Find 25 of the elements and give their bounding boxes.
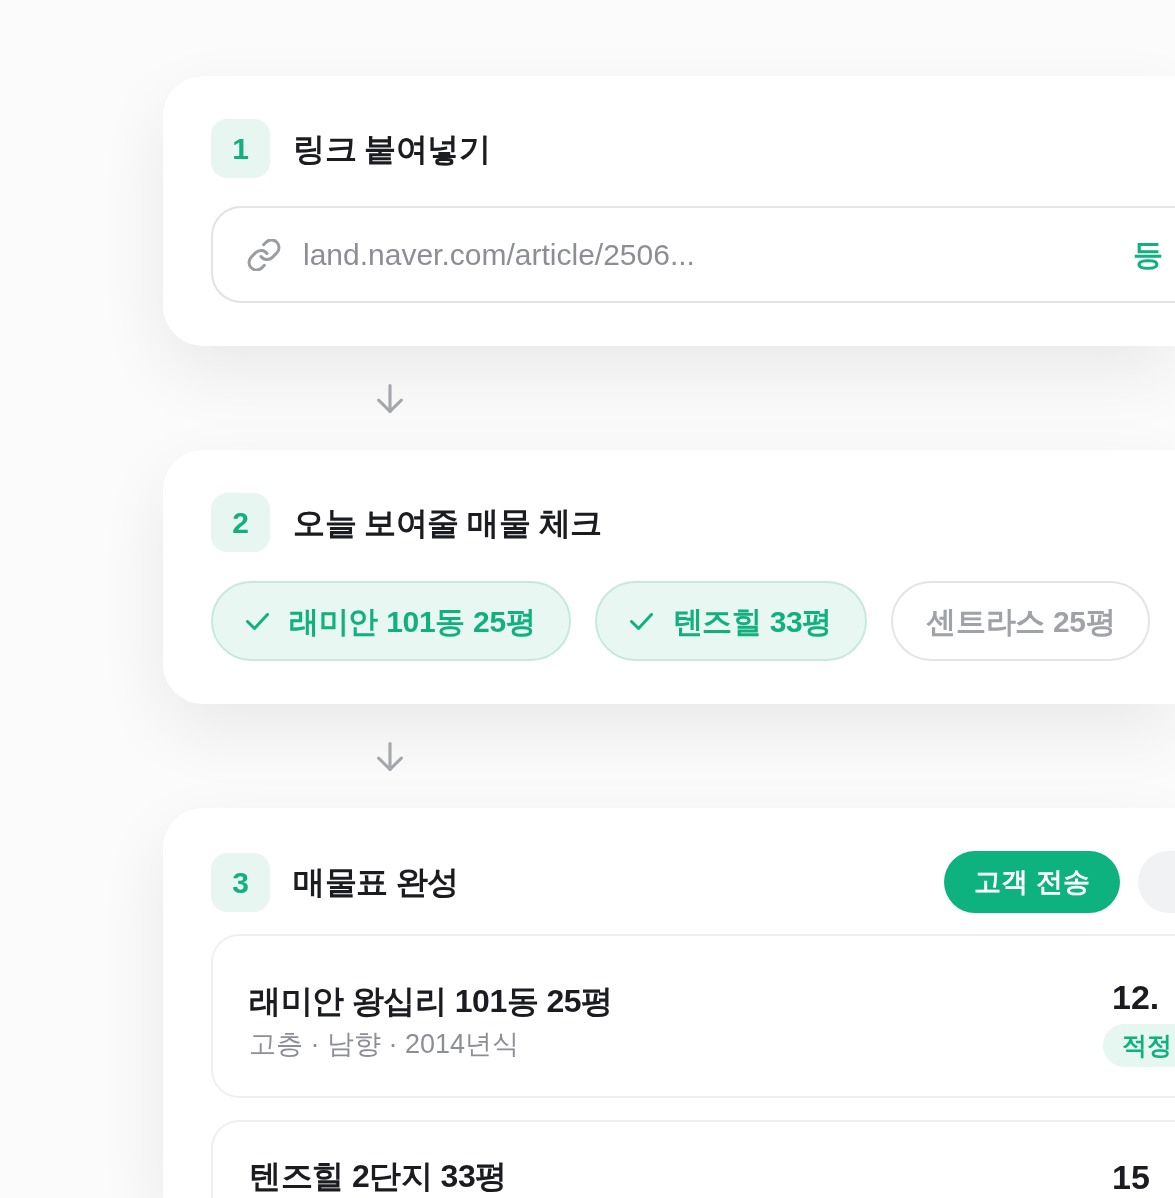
check-icon [246, 612, 269, 630]
down-arrow-icon [375, 741, 405, 771]
check-icon [629, 612, 653, 630]
listing-title: 텐즈힐 2단지 33평 [249, 1157, 507, 1196]
down-arrow-icon [375, 383, 405, 413]
submit-button[interactable]: 등 [1133, 232, 1175, 277]
listing-chip[interactable]: 텐즈힐 33평 [594, 581, 868, 661]
listing-price: 15 [1111, 1157, 1151, 1198]
step-number: 3 [211, 852, 270, 912]
step-title: 오늘 보여줄 매물 체크 [293, 503, 602, 543]
link-input-field[interactable]: land.naver.com/article/2506... 등 [211, 206, 1175, 303]
step-title: 링크 붙여넣기 [293, 129, 491, 169]
step-title: 매물표 완성 [293, 863, 459, 902]
step-number: 2 [211, 493, 270, 552]
listing-chip[interactable]: 래미안 101동 25평 [211, 581, 571, 661]
send-button[interactable]: 고객 전송 [944, 851, 1120, 913]
step-number: 1 [211, 119, 270, 178]
listing-card[interactable]: 텐즈힐 2단지 33평 15 [211, 1120, 1175, 1198]
link-icon [247, 238, 281, 271]
listing-card[interactable]: 래미안 왕십리 101동 25평 고층 · 남향 · 2014년식 12. 적정 [211, 934, 1175, 1098]
listing-details: 고층 · 남향 · 2014년식 [249, 1028, 521, 1062]
price-tag: 적정 [1103, 1023, 1175, 1067]
listing-chip[interactable]: 센트라스 25평 [891, 581, 1151, 661]
listing-title: 래미안 왕십리 101동 25평 [249, 981, 613, 1021]
listing-price: 12. [1111, 977, 1161, 1018]
